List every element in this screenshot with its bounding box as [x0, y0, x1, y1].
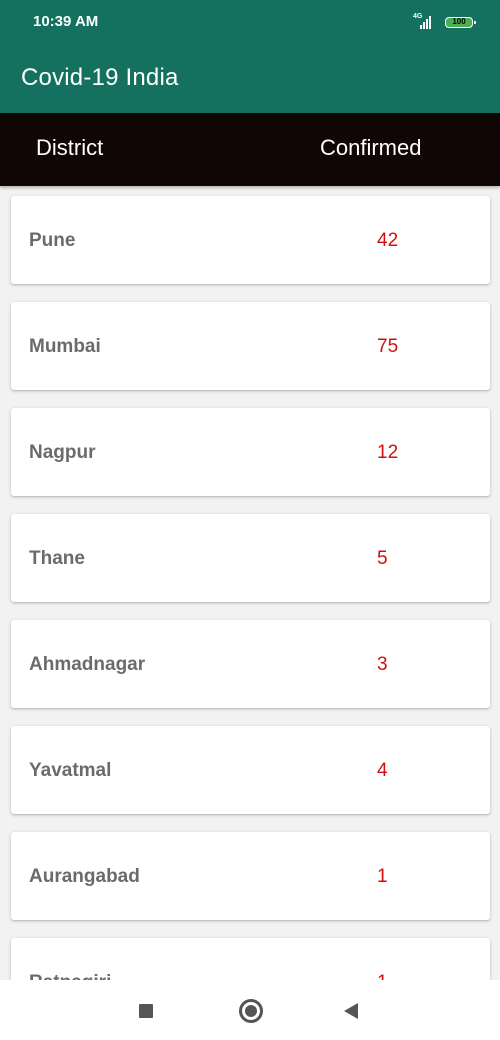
home-circle-icon[interactable]	[239, 999, 263, 1023]
recents-square-icon[interactable]	[139, 1004, 153, 1018]
navigation-bar	[0, 980, 500, 1040]
back-triangle-icon[interactable]	[344, 1003, 358, 1019]
confirmed-count: 5	[377, 548, 388, 569]
district-name: Yavatmal	[29, 760, 112, 781]
confirmed-count: 1	[377, 866, 388, 887]
confirmed-count: 1	[377, 972, 388, 980]
district-name: Mumbai	[29, 336, 101, 357]
district-name: Nagpur	[29, 442, 96, 463]
column-header-district: District	[36, 135, 104, 160]
list-item[interactable]: Pune 42	[11, 196, 490, 284]
status-icons: 4G 100	[413, 13, 476, 31]
list-item[interactable]: Aurangabad 1	[11, 832, 490, 920]
confirmed-count: 12	[377, 442, 399, 463]
signal-icon: 4G	[413, 13, 439, 31]
district-name: Ratnagiri	[29, 972, 111, 980]
status-time: 10:39 AM	[33, 13, 99, 30]
app-title: Covid-19 India	[21, 64, 179, 91]
list-item[interactable]: Ahmadnagar 3	[11, 620, 490, 708]
column-header-confirmed: Confirmed	[320, 135, 422, 160]
battery-level: 100	[452, 16, 466, 26]
district-name: Ahmadnagar	[29, 654, 146, 675]
district-name: Pune	[29, 230, 76, 251]
district-list[interactable]: Pune 42 Mumbai 75 Nagpur 12 Thane 5 Ahma…	[0, 186, 500, 980]
district-name: Aurangabad	[29, 866, 140, 887]
confirmed-count: 75	[377, 336, 399, 357]
district-name: Thane	[29, 548, 85, 569]
list-item[interactable]: Ratnagiri 1	[11, 938, 490, 980]
battery-icon: 100	[445, 16, 476, 28]
confirmed-count: 4	[377, 760, 388, 781]
confirmed-count: 3	[377, 654, 388, 675]
app-bar: Covid-19 India	[0, 44, 500, 113]
table-header: District Confirmed	[0, 113, 500, 186]
list-item[interactable]: Yavatmal 4	[11, 726, 490, 814]
confirmed-count: 42	[377, 230, 399, 251]
list-item[interactable]: Mumbai 75	[11, 302, 490, 390]
list-item[interactable]: Nagpur 12	[11, 408, 490, 496]
list-item[interactable]: Thane 5	[11, 514, 490, 602]
status-bar: 10:39 AM 4G 100	[0, 0, 500, 44]
